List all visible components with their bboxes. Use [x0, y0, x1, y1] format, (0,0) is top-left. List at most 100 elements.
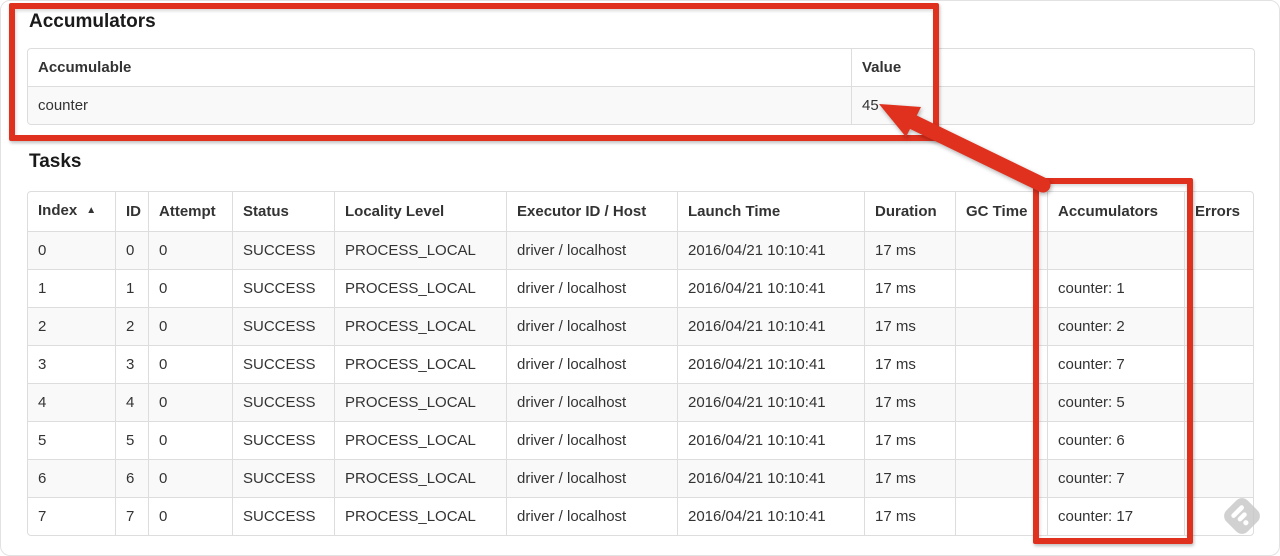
column-header-accumulable: Accumulable — [28, 49, 851, 86]
cell-launch_time: 2016/04/21 10:10:41 — [677, 231, 864, 269]
cell-id: 4 — [115, 383, 148, 421]
cell-accumulable: counter — [28, 86, 851, 124]
cell-gc_time — [955, 383, 1047, 421]
cell-id: 3 — [115, 345, 148, 383]
cell-gc_time — [955, 421, 1047, 459]
cell-value: 45 — [851, 86, 1254, 124]
cell-executor: driver / localhost — [506, 497, 677, 535]
cell-errors — [1184, 231, 1253, 269]
table-row: 0 0 0 SUCCESS PROCESS_LOCAL driver / localhos… — [28, 231, 1253, 269]
cell-accumulators: counter: 1 — [1047, 269, 1184, 307]
column-header-executor-id-host[interactable]: Executor ID / Host — [506, 192, 677, 231]
cell-locality: PROCESS_LOCAL — [334, 269, 506, 307]
cell-locality: PROCESS_LOCAL — [334, 459, 506, 497]
cell-duration: 17 ms — [864, 269, 955, 307]
cell-errors — [1184, 345, 1253, 383]
cell-executor: driver / localhost — [506, 269, 677, 307]
cell-accumulators: counter: 5 — [1047, 383, 1184, 421]
column-header-index[interactable]: Index ▲ — [28, 192, 115, 231]
cell-index: 1 — [28, 269, 115, 307]
cell-accumulators: counter: 17 — [1047, 497, 1184, 535]
cell-status: SUCCESS — [232, 459, 334, 497]
spark-ui-stage-page: Accumulators Accumulable Value counter 45 … — [0, 0, 1280, 556]
column-header-errors[interactable]: Errors — [1184, 192, 1253, 231]
cell-executor: driver / localhost — [506, 383, 677, 421]
cell-status: SUCCESS — [232, 307, 334, 345]
cell-locality: PROCESS_LOCAL — [334, 231, 506, 269]
column-header-accumulators[interactable]: Accumulators — [1047, 192, 1184, 231]
column-header-launch-time[interactable]: Launch Time — [677, 192, 864, 231]
cell-index: 0 — [28, 231, 115, 269]
column-header-gc-time[interactable]: GC Time — [955, 192, 1047, 231]
cell-index: 6 — [28, 459, 115, 497]
cell-executor: driver / localhost — [506, 459, 677, 497]
cell-errors — [1184, 307, 1253, 345]
cell-accumulators: counter: 7 — [1047, 345, 1184, 383]
cell-attempt: 0 — [148, 459, 232, 497]
cell-gc_time — [955, 497, 1047, 535]
cell-attempt: 0 — [148, 269, 232, 307]
column-header-status[interactable]: Status — [232, 192, 334, 231]
table-row: 7 7 0 SUCCESS PROCESS_LOCAL driver / localhos… — [28, 497, 1253, 535]
cell-gc_time — [955, 345, 1047, 383]
cell-attempt: 0 — [148, 345, 232, 383]
table-row: 4 4 0 SUCCESS PROCESS_LOCAL driver / localhos… — [28, 383, 1253, 421]
cell-accumulators — [1047, 231, 1184, 269]
cell-id: 2 — [115, 307, 148, 345]
column-header-id[interactable]: ID — [115, 192, 148, 231]
cell-launch_time: 2016/04/21 10:10:41 — [677, 383, 864, 421]
tasks-table-body: 0 0 0 SUCCESS PROCESS_LOCAL driver / localhos… — [28, 231, 1253, 535]
cell-accumulators: counter: 6 — [1047, 421, 1184, 459]
sort-ascending-icon: ▲ — [86, 205, 97, 216]
cell-id: 0 — [115, 231, 148, 269]
cell-executor: driver / localhost — [506, 345, 677, 383]
table-row: counter 45 — [28, 86, 1254, 124]
skitch-watermark-icon — [1224, 498, 1260, 534]
cell-index: 7 — [28, 497, 115, 535]
cell-duration: 17 ms — [864, 497, 955, 535]
cell-locality: PROCESS_LOCAL — [334, 497, 506, 535]
table-row: 3 3 0 SUCCESS PROCESS_LOCAL driver / localhos… — [28, 345, 1253, 383]
cell-gc_time — [955, 231, 1047, 269]
cell-attempt: 0 — [148, 497, 232, 535]
cell-duration: 17 ms — [864, 345, 955, 383]
cell-duration: 17 ms — [864, 231, 955, 269]
cell-status: SUCCESS — [232, 421, 334, 459]
cell-index: 2 — [28, 307, 115, 345]
cell-id: 7 — [115, 497, 148, 535]
cell-id: 1 — [115, 269, 148, 307]
cell-status: SUCCESS — [232, 345, 334, 383]
column-header-attempt[interactable]: Attempt — [148, 192, 232, 231]
cell-duration: 17 ms — [864, 459, 955, 497]
column-header-duration[interactable]: Duration — [864, 192, 955, 231]
accumulators-section-title: Accumulators — [29, 11, 156, 32]
cell-launch_time: 2016/04/21 10:10:41 — [677, 307, 864, 345]
cell-gc_time — [955, 459, 1047, 497]
column-header-locality-level[interactable]: Locality Level — [334, 192, 506, 231]
accumulators-table: Accumulable Value counter 45 — [27, 48, 1255, 125]
cell-errors — [1184, 383, 1253, 421]
cell-launch_time: 2016/04/21 10:10:41 — [677, 345, 864, 383]
cell-launch_time: 2016/04/21 10:10:41 — [677, 421, 864, 459]
cell-duration: 17 ms — [864, 383, 955, 421]
accumulators-table-header-row: Accumulable Value — [28, 49, 1254, 86]
cell-gc_time — [955, 269, 1047, 307]
cell-launch_time: 2016/04/21 10:10:41 — [677, 459, 864, 497]
cell-index: 3 — [28, 345, 115, 383]
cell-index: 5 — [28, 421, 115, 459]
cell-errors — [1184, 459, 1253, 497]
accumulators-table-body: counter 45 — [28, 86, 1254, 124]
cell-gc_time — [955, 307, 1047, 345]
table-row: 1 1 0 SUCCESS PROCESS_LOCAL driver / localhos… — [28, 269, 1253, 307]
table-row: 6 6 0 SUCCESS PROCESS_LOCAL driver / localhos… — [28, 459, 1253, 497]
cell-status: SUCCESS — [232, 497, 334, 535]
cell-locality: PROCESS_LOCAL — [334, 421, 506, 459]
cell-duration: 17 ms — [864, 307, 955, 345]
tasks-table-header-row: Index ▲ ID Attempt Status Locality Level Execu… — [28, 192, 1253, 231]
cell-attempt: 0 — [148, 231, 232, 269]
cell-attempt: 0 — [148, 383, 232, 421]
cell-executor: driver / localhost — [506, 231, 677, 269]
cell-index: 4 — [28, 383, 115, 421]
cell-locality: PROCESS_LOCAL — [334, 383, 506, 421]
cell-duration: 17 ms — [864, 421, 955, 459]
